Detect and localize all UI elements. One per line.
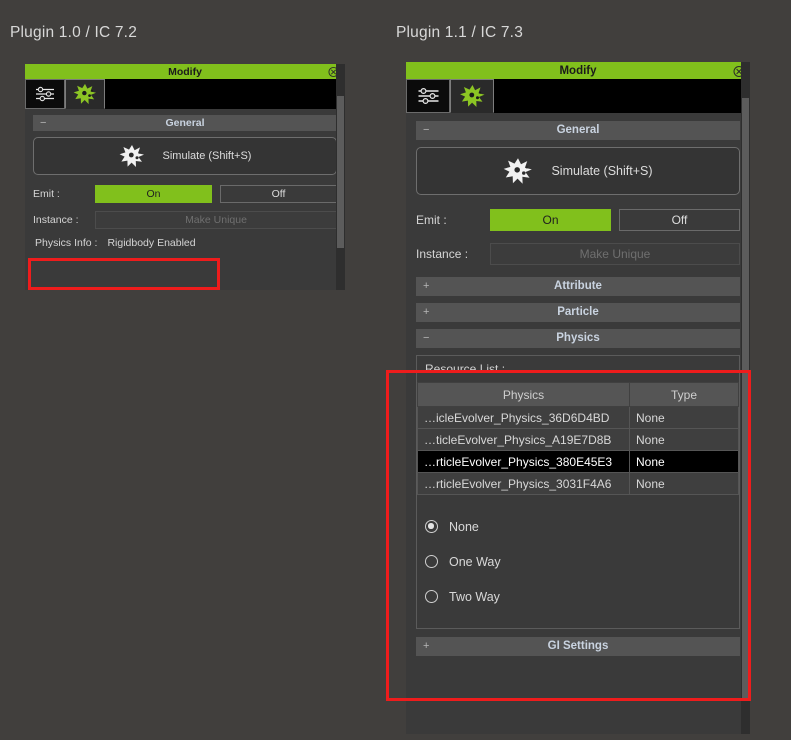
- section-toggle-icon[interactable]: +: [423, 637, 429, 656]
- section-gi-settings-label: GI Settings: [547, 640, 609, 652]
- table-row[interactable]: …icleEvolver_Physics_36D6D4BD None: [417, 406, 739, 429]
- emit-off-button[interactable]: Off: [220, 185, 337, 203]
- cell-type: None: [629, 428, 739, 451]
- panel-title: Modify: [168, 65, 202, 78]
- section-physics[interactable]: − Physics: [416, 329, 740, 348]
- tab-sliders[interactable]: [25, 79, 65, 109]
- panel-titlebar: Modify: [406, 62, 750, 79]
- physics-info-row: Physics Info : Rigidbody Enabled: [33, 237, 337, 249]
- make-unique-button[interactable]: Make Unique: [490, 243, 740, 265]
- radio-label: Two Way: [449, 589, 500, 604]
- tab-particle-burst[interactable]: [65, 79, 105, 109]
- simulate-button[interactable]: Simulate (Shift+S): [416, 147, 740, 195]
- caption-left-version: Plugin 1.0 / IC 7.2: [10, 24, 138, 41]
- tab-sliders[interactable]: [406, 79, 450, 113]
- resource-list-panel: Resource List : Physics Type …icleEvolve…: [416, 355, 740, 629]
- section-particle-label: Particle: [557, 306, 599, 318]
- resource-list-table: Physics Type …icleEvolver_Physics_36D6D4…: [417, 382, 739, 495]
- cell-physics: …rticleEvolver_Physics_3031F4A6: [417, 472, 630, 495]
- instance-row: Instance : Make Unique: [416, 243, 740, 265]
- scrollbar-thumb[interactable]: [742, 98, 749, 698]
- instance-row: Instance : Make Unique: [33, 211, 337, 229]
- caption-right-version: Plugin 1.1 / IC 7.3: [396, 24, 524, 41]
- emit-label: Emit :: [33, 188, 60, 200]
- emit-label: Emit :: [416, 213, 447, 227]
- resource-list-title: Resource List :: [425, 362, 506, 376]
- emit-on-button[interactable]: On: [95, 185, 212, 203]
- section-particle[interactable]: + Particle: [416, 303, 740, 322]
- panel-title: Modify: [559, 64, 597, 77]
- section-toggle-icon[interactable]: −: [423, 329, 429, 348]
- cell-physics: …ticleEvolver_Physics_A19E7D8B: [417, 428, 630, 451]
- cell-type: None: [629, 450, 739, 473]
- radio-option-two-way[interactable]: Two Way: [417, 579, 739, 614]
- cell-physics: …icleEvolver_Physics_36D6D4BD: [417, 406, 630, 429]
- section-general-label: General: [556, 124, 600, 136]
- table-row[interactable]: …ticleEvolver_Physics_A19E7D8B None: [417, 428, 739, 451]
- simulate-button[interactable]: Simulate (Shift+S): [33, 137, 337, 175]
- column-header-physics[interactable]: Physics: [417, 382, 630, 407]
- simulate-button-label: Simulate (Shift+S): [551, 164, 653, 178]
- emit-row: Emit : On Off: [33, 185, 337, 203]
- panel-body: − General Simulate (Shift+S) Emit : On O…: [25, 109, 345, 257]
- emit-off-button[interactable]: Off: [619, 209, 740, 231]
- section-toggle-icon[interactable]: +: [423, 277, 429, 296]
- make-unique-button[interactable]: Make Unique: [95, 211, 337, 229]
- tab-bar: [25, 79, 345, 109]
- emit-row: Emit : On Off: [416, 209, 740, 231]
- instance-label: Instance :: [416, 247, 469, 261]
- section-toggle-icon[interactable]: −: [423, 121, 429, 140]
- burst-icon: [119, 144, 145, 168]
- scrollbar-thumb[interactable]: [337, 96, 344, 248]
- section-general-label: General: [165, 117, 205, 129]
- radio-option-none[interactable]: None: [417, 509, 739, 544]
- section-general[interactable]: − General: [33, 115, 337, 131]
- cell-physics: …rticleEvolver_Physics_380E45E3: [417, 450, 630, 473]
- burst-icon: [503, 157, 533, 185]
- section-toggle-icon[interactable]: −: [40, 115, 46, 131]
- simulate-button-label: Simulate (Shift+S): [162, 150, 252, 162]
- panel-titlebar: Modify: [25, 64, 345, 79]
- physics-info-label: Physics Info :: [35, 237, 98, 249]
- radio-icon[interactable]: [425, 590, 438, 603]
- physics-info-value: Rigidbody Enabled: [107, 237, 196, 249]
- table-row-selected[interactable]: …rticleEvolver_Physics_380E45E3 None: [417, 450, 739, 473]
- vertical-scrollbar[interactable]: [741, 62, 750, 734]
- section-attribute-label: Attribute: [554, 280, 602, 292]
- emit-on-button[interactable]: On: [490, 209, 611, 231]
- table-row[interactable]: …rticleEvolver_Physics_3031F4A6 None: [417, 472, 739, 495]
- radio-label: None: [449, 519, 479, 534]
- section-gi-settings[interactable]: + GI Settings: [416, 637, 740, 656]
- tab-bar-filler: [494, 79, 750, 113]
- modify-panel-new: Modify − General Simulate (Shift+S) Emit…: [406, 62, 750, 734]
- section-toggle-icon[interactable]: +: [423, 303, 429, 322]
- panel-body: − General Simulate (Shift+S) Emit : On O…: [406, 113, 750, 673]
- tab-particle-burst[interactable]: [450, 79, 494, 113]
- cell-type: None: [629, 406, 739, 429]
- radio-option-one-way[interactable]: One Way: [417, 544, 739, 579]
- section-general[interactable]: − General: [416, 121, 740, 140]
- cell-type: None: [629, 472, 739, 495]
- section-physics-label: Physics: [556, 332, 600, 344]
- modify-panel-old: Modify − General Simulate (Shift+S) Emit…: [25, 64, 345, 290]
- section-attribute[interactable]: + Attribute: [416, 277, 740, 296]
- table-header-row: Physics Type: [417, 382, 739, 407]
- column-header-type[interactable]: Type: [629, 382, 739, 407]
- vertical-scrollbar[interactable]: [336, 64, 345, 290]
- radio-icon[interactable]: [425, 555, 438, 568]
- collision-mode-radio-group: None One Way Two Way: [417, 495, 739, 628]
- tab-bar-filler: [105, 79, 345, 109]
- radio-icon-selected[interactable]: [425, 520, 438, 533]
- radio-label: One Way: [449, 554, 501, 569]
- tab-bar: [406, 79, 750, 113]
- instance-label: Instance :: [33, 214, 79, 226]
